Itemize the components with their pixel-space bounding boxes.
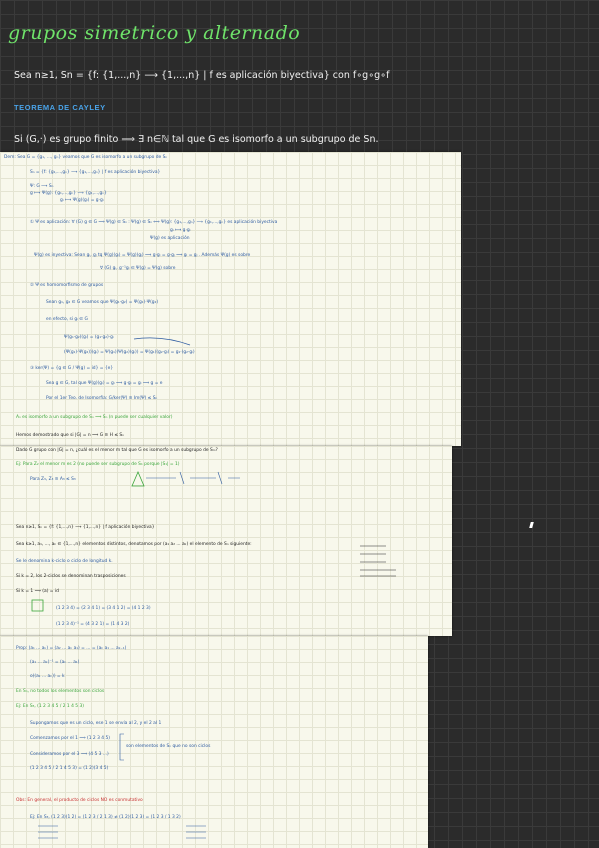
note-line: Comenzamos por el 1 ⟹ (1 2 3 4 5) bbox=[30, 736, 111, 741]
note-line: (1 2 3 4) = (2 3 4 1) = (3 4 1 2) = (4 1… bbox=[56, 606, 151, 611]
note-line: Ψ(g₁·g₂)(gᵢ) = (g₁·g₂)·gᵢ bbox=[64, 335, 114, 340]
note-line: Si k = 2, los 2-ciclos se denominan tras… bbox=[16, 574, 126, 579]
note-line: Dem: Sea G = {g₁, ..., gₙ} veamos que G … bbox=[4, 155, 168, 160]
note-line: Sₙ = {f: {g₁,...,gₙ} ⟶ {g₁,...,gₙ} | f e… bbox=[30, 170, 161, 175]
note-line: Se le denomina k-ciclo o ciclo de longit… bbox=[16, 559, 113, 564]
curved-arrow bbox=[133, 337, 191, 346]
note-line: ① Ψ es aplicación: ∀ (G) g ∈ G ⟹ Ψ(g) ∈ … bbox=[30, 220, 278, 225]
note-line: ③ ker(Ψ) = {g ∈ G / Ψ(g) = id} = {e} bbox=[30, 366, 114, 371]
definition-line: Sea n≥1, Sn = {f: {1,...,n} ⟶ {1,...,n} … bbox=[14, 70, 390, 81]
note-line: o((a₁ ... aₖ)) = k bbox=[30, 674, 65, 679]
note-line: Prop: (a₁ ... aₖ) = (a₂ ... aₖ a₁) = ...… bbox=[16, 646, 127, 651]
note-line: en efecto, si gᵢ ∈ G bbox=[46, 317, 88, 322]
mapping-arrows bbox=[38, 825, 206, 839]
note-line: Ψ: G ⟶ Sₙ bbox=[30, 184, 54, 189]
note-page-1: Dem: Sea G = {g₁, ..., gₙ} veamos que G … bbox=[0, 152, 461, 446]
text-cursor bbox=[529, 522, 534, 528]
note-line: Consideramos por el 3 ⟹ (4 5 3 ...) bbox=[30, 752, 109, 757]
note-line: Ψ(g) es inyectiva: Sean gᵢ, gⱼ tq Ψ(g)(g… bbox=[34, 253, 251, 258]
note-line: Sea g ∈ G, tal que Ψ(g)(gᵢ) = gᵢ ⟹ g·gᵢ … bbox=[46, 381, 163, 386]
note-line: gᵢ ⟼ Ψ(g)(gᵢ) = g·gᵢ bbox=[60, 198, 104, 203]
note-line: Sea k≥1, a₁, ..., aₖ ∈ {1,...,n} element… bbox=[16, 542, 252, 547]
note-line: Sea n≥1, Sₙ = {f: {1,...,n} ⟶ {1,...,n} … bbox=[16, 525, 155, 530]
note-line: son elementos de Sₙ que no son ciclos bbox=[126, 744, 211, 749]
note-line: g ⟼ Ψ(g): {g₁,...,gₙ} ⟶ {g₁,...,gₙ} bbox=[30, 191, 107, 196]
note-line: (1 2 3 4 5 / 2 1 4 5 3) = (1 2)(3 4 5) bbox=[30, 766, 109, 771]
triangle-diagram bbox=[131, 470, 240, 487]
note-line: Si k = 1 ⟹ (a) = id bbox=[16, 589, 59, 594]
bracket-mark bbox=[119, 733, 124, 761]
note-line: ② Ψ es homomorfismo de grupos bbox=[30, 283, 104, 288]
theorem-statement: Si (G,·) es grupo finito ⟹ ∃ n∈ℕ tal que… bbox=[14, 134, 379, 145]
note-line: Ej: En S₅, (1 2 3 4 5 / 2 1 4 5 3) bbox=[16, 704, 84, 709]
note-page-3: Prop: (a₁ ... aₖ) = (a₂ ... aₖ a₁) = ...… bbox=[0, 636, 428, 848]
note-line: (a₁ ... aₖ)⁻¹ = (aₖ ... a₁) bbox=[30, 660, 80, 665]
note-line: Supongamos que es un ciclo, ese 1 se env… bbox=[30, 721, 162, 726]
note-line: Por el 1er Teo. de Isomorfía: G/ker(Ψ) ≅… bbox=[46, 396, 158, 401]
note-line: ∀ (G) gᵢ, g⁻¹gᵢ ∈ Ψ(g) = Ψ(g) sobre bbox=[100, 266, 176, 271]
note-line: En Sₙ, no todos los elementos son ciclos bbox=[16, 689, 105, 694]
note-line: Hemos demostrado que si |G| = n ⟹ G ≅ H … bbox=[16, 433, 124, 438]
note-page-2: Dado G grupo con |G| = n, ¿cuál es el me… bbox=[0, 446, 452, 636]
page-title: grupos simetrico y alternado bbox=[8, 22, 301, 44]
cycle-mapping-diagram bbox=[360, 545, 396, 577]
theorem-heading: TEOREMA DE CAYLEY bbox=[14, 103, 106, 112]
note-line: Ψ(g) es aplicación bbox=[150, 236, 190, 241]
square-cycle-diagram bbox=[31, 599, 44, 612]
note-line: gᵢ ⟼ g·gᵢ bbox=[170, 228, 191, 233]
note-line: (1 2 3 4)⁻¹ = (4 3 2 1) = (1 4 3 2) bbox=[56, 622, 130, 627]
note-line: Obs: En general, el producto de ciclos N… bbox=[16, 798, 143, 803]
note-line: Dado G grupo con |G| = n, ¿cuál es el me… bbox=[16, 448, 218, 453]
note-line: Ej: En S₃, (1 2 3)(1 2) = (1 2 3 / 2 1 3… bbox=[30, 815, 181, 820]
note-line: (Ψ(g₁)·Ψ(g₂))(gᵢ) = Ψ(g₁)(Ψ(g₂)(gᵢ)) = Ψ… bbox=[64, 350, 195, 355]
note-line: Para Z₃, Z₃ ≅ A₃ ≤ S₃ bbox=[30, 477, 76, 482]
note-line: Sean g₁, g₂ ∈ G veamos que Ψ(g₁·g₂) = Ψ(… bbox=[46, 300, 159, 305]
note-line: Aₙ es isomorfo a un subgrupo de Sₙ ⟹ Sₙ … bbox=[16, 415, 173, 420]
